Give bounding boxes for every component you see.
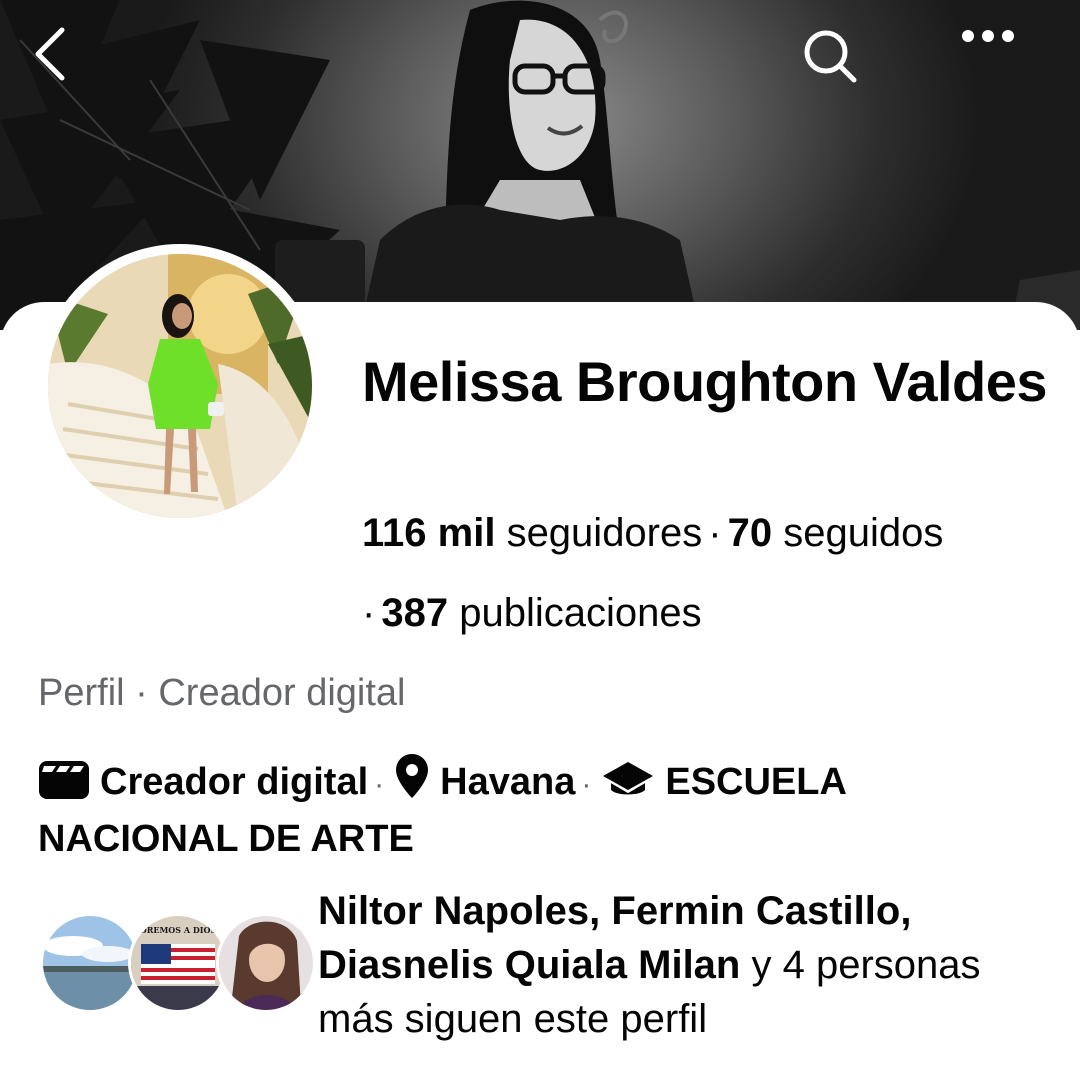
- back-button[interactable]: [30, 26, 110, 106]
- profile-stats-line-1: 116 mil seguidores · 70 seguidos: [362, 508, 943, 558]
- details-separator: ·: [581, 768, 592, 801]
- followers-count: 116 mil: [362, 511, 496, 555]
- posts-label: publicaciones: [459, 591, 702, 635]
- profile-name: Melissa Broughton Valdes: [362, 350, 1048, 413]
- location-text[interactable]: Havana: [440, 761, 575, 803]
- stats-separator: ·: [708, 511, 722, 555]
- category-text[interactable]: Creador digital: [100, 761, 368, 803]
- chevron-left-icon: [35, 27, 65, 81]
- profile-stats-line-2: · 387 publicaciones: [362, 588, 702, 638]
- search-button[interactable]: [800, 26, 880, 106]
- following-count: 70: [727, 511, 773, 555]
- avatar-image: [48, 254, 312, 518]
- location-pin-icon: [396, 754, 429, 798]
- mutual-avatar: [40, 913, 140, 1013]
- mutual-followers-avatars[interactable]: OREMOS A DIOS: [40, 910, 320, 1013]
- profile-subtitle: Perfil · Creador digital: [38, 672, 406, 714]
- profile-avatar[interactable]: [38, 244, 322, 528]
- mutual-followers-text[interactable]: Niltor Napoles, Fermin Castillo, Diasnel…: [318, 884, 1048, 1046]
- graduation-cap-icon: [603, 762, 654, 795]
- posts-link[interactable]: 387 publicaciones: [381, 591, 701, 635]
- mutual-avatar: OREMOS A DIOS: [128, 913, 228, 1013]
- followers-label: seguidores: [506, 511, 703, 555]
- details-separator: ·: [374, 768, 385, 801]
- profile-details: Creador digital · Havana · ESCUELA NACIONA…: [38, 752, 1048, 866]
- stats-separator: ·: [362, 591, 376, 635]
- following-link[interactable]: 70 seguidos: [728, 511, 944, 555]
- mutual-avatar-caption: OREMOS A DIOS: [139, 925, 217, 935]
- search-icon: [804, 30, 857, 83]
- following-label: seguidos: [783, 511, 944, 555]
- more-horizontal-icon: [962, 30, 1014, 42]
- mutual-avatar: [216, 913, 316, 1013]
- followers-link[interactable]: 116 mil seguidores: [362, 511, 702, 555]
- clapperboard-icon: [39, 761, 89, 799]
- more-options-button[interactable]: [958, 26, 1038, 106]
- posts-count: 387: [381, 591, 449, 635]
